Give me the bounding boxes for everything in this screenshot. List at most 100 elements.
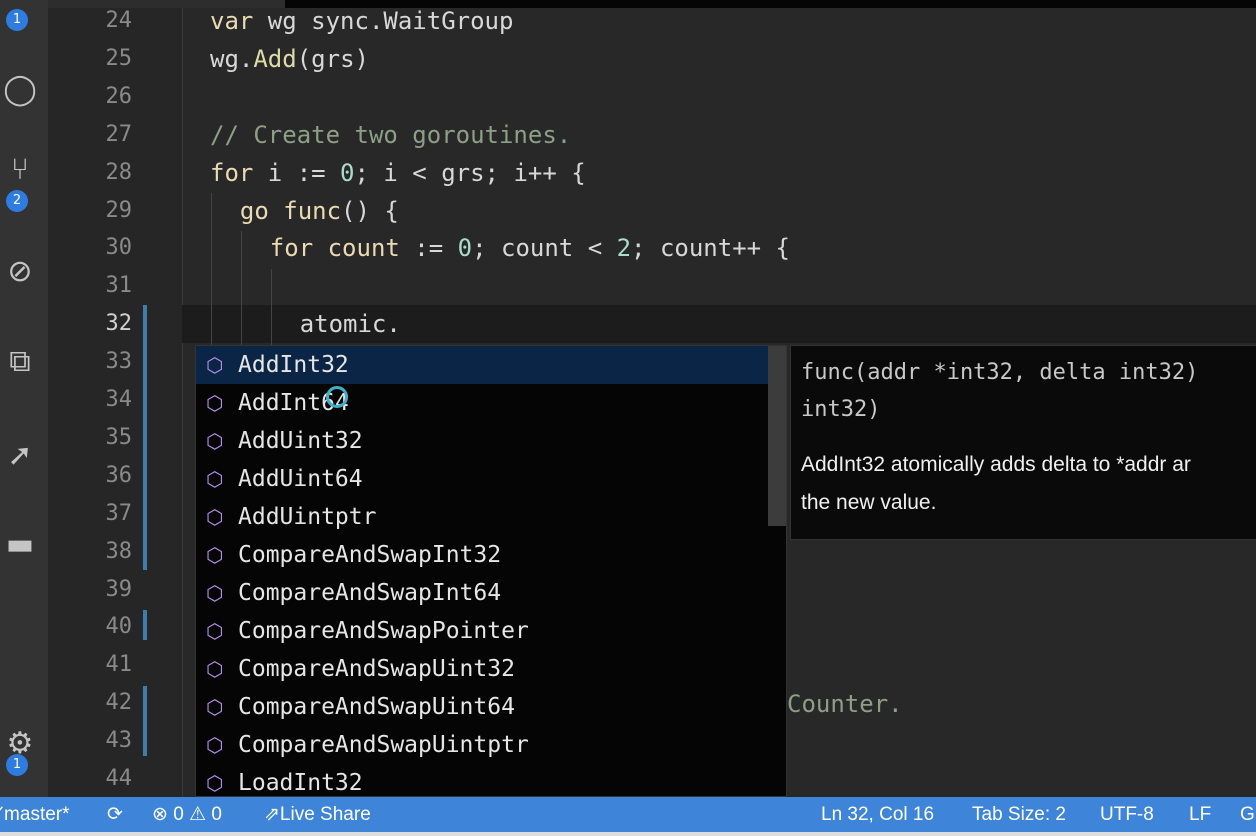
code-token: 2 [616, 234, 632, 263]
cube-icon: ⬡ [206, 657, 224, 681]
sync-icon[interactable]: ⟳ [107, 797, 123, 832]
code-token: ; count++ { [631, 234, 790, 263]
code-line[interactable]: go func() { [240, 192, 399, 230]
code-token: (grs) [296, 44, 369, 73]
suggestion-item[interactable]: ⬡ AddUintptr [196, 498, 768, 536]
live-share-icon[interactable]: ➚ [0, 436, 40, 476]
suggestion-item[interactable]: ⬡ AddUint64 [196, 460, 768, 498]
doc-line: AddInt32 atomically adds delta to *addr … [801, 453, 1191, 476]
code-token: go [239, 196, 284, 225]
cube-icon: ⬡ [206, 429, 224, 453]
suggestion-item[interactable]: ⬡ AddUint32 [196, 422, 768, 460]
line-42-fragment: Counter. [787, 690, 903, 718]
end-of-line[interactable]: LF [1189, 797, 1211, 832]
code-token: ; i < grs; i++ { [354, 158, 586, 187]
suggestion-item[interactable]: ⬡ CompareAndSwapUint64 [196, 688, 768, 726]
tab-size[interactable]: Tab Size: 2 [972, 797, 1066, 832]
suggestion-item[interactable]: ⬡ CompareAndSwapInt64 [196, 574, 768, 612]
source-control-icon[interactable]: ⑂ [0, 150, 40, 190]
suggest-details: func(addr *int32, delta int32) int32) Ad… [790, 345, 1256, 540]
cube-icon: ⬡ [206, 505, 224, 529]
signature-line: func(addr *int32, delta int32) [801, 360, 1199, 385]
suggestion-item[interactable]: ⬡ CompareAndSwapUint32 [196, 650, 768, 688]
line-number: 34 [105, 387, 133, 412]
explorer-badge: 1 [6, 9, 28, 31]
code-token: i := [267, 158, 341, 187]
language-mode[interactable]: G [1240, 797, 1255, 832]
suggestion-item[interactable]: ⬡ LoadInt32 [196, 764, 768, 796]
branch-status[interactable]: ᐟmaster* [0, 797, 70, 832]
suggestion-item[interactable]: ⬡ CompareAndSwapInt32 [196, 536, 768, 574]
code-token: func [283, 196, 342, 225]
cube-icon: ⬡ [206, 581, 224, 605]
line-number: 43 [105, 728, 133, 754]
live-share-button[interactable]: ⇗Live Share [264, 797, 371, 832]
change-marker [143, 686, 147, 756]
cube-icon: ⬡ [206, 695, 224, 719]
cube-icon: ⬡ [206, 353, 224, 377]
code-line[interactable]: atomic. [300, 305, 401, 343]
suggestion-label: AddInt32 [238, 352, 349, 378]
line-number: 27 [105, 121, 133, 147]
cube-icon: ⬡ [206, 619, 224, 643]
code-token: wg. [210, 44, 254, 73]
search-icon[interactable]: ◯ [0, 70, 40, 110]
line-number: 31 [105, 273, 133, 299]
suggestion-item[interactable]: ⬡ CompareAndSwapUintptr [196, 726, 768, 764]
line-number: 40 [105, 614, 133, 640]
cursor-position[interactable]: Ln 32, Col 16 [821, 797, 934, 832]
line-number: 36 [105, 462, 133, 488]
suggestion-label: AddUint32 [238, 428, 363, 454]
code-line[interactable]: wg.Add(grs) [210, 40, 369, 78]
code-token: var [210, 7, 268, 35]
cube-icon: ⬡ [206, 771, 224, 795]
suggestion-label: CompareAndSwapInt32 [238, 542, 502, 568]
suggestion-label: AddUint64 [238, 466, 363, 492]
suggestion-label: AddUintptr [238, 504, 377, 530]
line-number: 32 [105, 311, 133, 337]
line-number: 38 [105, 538, 133, 564]
line-number: 28 [105, 159, 133, 185]
line-number: 30 [105, 235, 133, 261]
code-line[interactable]: for count := 0; count < 2; count++ { [270, 229, 790, 267]
source-control-badge: 2 [6, 190, 28, 212]
code-token: atomic. [299, 310, 401, 339]
suggestion-label: CompareAndSwapUint32 [238, 656, 515, 682]
docker-icon[interactable]: ▬ [0, 525, 40, 565]
code-token: 0 [340, 158, 355, 187]
code-line[interactable]: // Create two goroutines. [210, 116, 571, 154]
status-bar: ᐟmaster* ⟳ ⊗ 0 ⚠ 0 ⇗Live Share Ln 32, Co… [0, 797, 1256, 832]
encoding[interactable]: UTF-8 [1100, 797, 1154, 832]
code-line[interactable]: for i := 0; i < grs; i++ { [210, 154, 586, 192]
cube-icon: ⬡ [206, 543, 224, 567]
line-number: 42 [105, 690, 133, 716]
suggestion-item[interactable]: ⬡ AddInt64 [196, 384, 768, 422]
extensions-icon[interactable]: ⧉ [0, 342, 40, 382]
taskbar-strip [0, 832, 1256, 836]
suggest-scrollbar[interactable] [768, 346, 786, 526]
problems-status[interactable]: ⊗ 0 ⚠ 0 [152, 797, 222, 832]
code-line[interactable]: var wg sync.WaitGroup [210, 2, 513, 40]
debug-icon[interactable]: ⊘ [0, 252, 40, 292]
share-icon: ⇗ [264, 804, 280, 825]
line-number: 33 [105, 349, 133, 375]
change-marker [143, 305, 147, 570]
change-marker [143, 610, 147, 640]
code-token: for [269, 234, 328, 263]
cube-icon: ⬡ [206, 733, 224, 757]
documentation: AddInt32 atomically adds delta to *addr … [801, 446, 1256, 522]
line-number: 25 [105, 45, 133, 71]
suggest-widget[interactable]: ⬡ AddInt32 ⬡ AddInt64 ⬡ AddUint32 ⬡ AddUint64 ⬡ A… [195, 345, 787, 797]
suggestion-item[interactable]: ⬡ CompareAndSwapPointer [196, 612, 768, 650]
line-number: 41 [105, 652, 133, 678]
line-number: 39 [105, 576, 133, 602]
line-number: 24 [105, 8, 133, 33]
cube-icon: ⬡ [206, 467, 224, 491]
error-icon: ⊗ [152, 804, 168, 825]
line-number: 44 [105, 766, 133, 791]
line-number: 26 [105, 83, 133, 109]
settings-badge: 1 [6, 754, 28, 776]
cube-icon: ⬡ [206, 391, 224, 415]
code-token: 0 [457, 234, 473, 263]
suggestion-item[interactable]: ⬡ AddInt32 [196, 346, 768, 384]
